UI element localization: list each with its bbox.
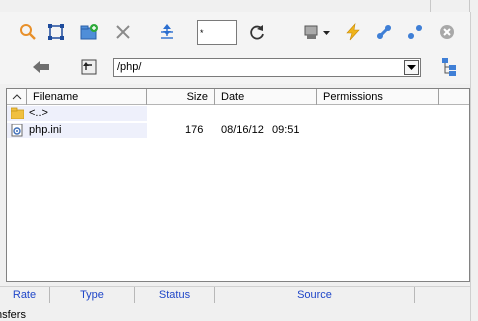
top-strip [0,0,478,12]
close-circle-icon [440,25,454,39]
row-highlight [7,123,147,138]
lightning-icon [346,23,360,41]
file-row[interactable]: php.ini 176 08/16/12 09:51 [7,123,469,138]
back-button[interactable] [30,56,52,78]
column-size[interactable]: Size [147,89,215,105]
filter-field[interactable] [197,20,237,45]
refresh-button[interactable] [246,21,268,43]
file-date: 08/16/12 [221,124,264,136]
path-dropdown-button[interactable] [404,60,419,75]
select-frame-icon [48,24,64,40]
tree-icon [442,58,456,76]
file-size: 176 [185,124,204,136]
file-row[interactable]: <..> [7,106,469,121]
select-all-button[interactable] [45,21,67,43]
column-date[interactable]: Date [215,89,317,105]
column-filename[interactable]: Filename [27,89,147,105]
top-separator [469,0,470,12]
disconnect-button[interactable] [404,21,426,43]
back-arrow-icon [33,61,49,73]
transfers-label: nsfers [0,309,26,321]
queue-header: Rate Type Status Source [0,286,470,303]
config-file-icon [11,123,24,142]
tree-view-button[interactable] [438,56,460,78]
expand-button[interactable] [156,21,178,43]
row-highlight [7,106,147,121]
path-value: /php/ [117,61,142,73]
plug-disconnect-icon [407,24,423,40]
device-dropdown-button[interactable] [303,21,333,43]
close-x-icon [116,25,130,39]
folder-icon [10,107,25,124]
top-separator [430,0,431,12]
sort-column-cell[interactable] [7,89,27,105]
magnifier-icon [20,24,36,40]
stop-button[interactable] [436,21,458,43]
file-time: 09:51 [272,124,300,136]
file-list[interactable]: Filename Size Date Permissions <..> php.… [6,88,470,282]
expand-arrows-icon [161,24,173,39]
folder-up-icon [81,59,97,75]
column-permissions[interactable]: Permissions [317,89,439,105]
plug-connect-icon [376,24,392,40]
chevron-down-icon [407,64,416,70]
file-list-header: Filename Size Date Permissions [7,89,469,105]
filter-input[interactable] [198,21,236,44]
connect-button[interactable] [373,21,395,43]
parent-directory-button[interactable] [78,56,100,78]
new-folder-button[interactable] [78,21,100,43]
file-name: <..> [29,107,48,119]
new-folder-icon [80,24,98,40]
queue-column-status[interactable]: Status [135,287,215,303]
queue-column-source[interactable]: Source [215,287,415,303]
queue-column-type[interactable]: Type [50,287,135,303]
sort-up-icon [12,94,22,100]
refresh-icon [250,25,264,40]
device-icon [304,25,330,39]
path-combobox[interactable]: /php/ [113,58,421,77]
queue-column-rate[interactable]: Rate [0,287,50,303]
delete-button[interactable] [112,21,134,43]
find-button[interactable] [17,21,39,43]
quick-connect-button[interactable] [342,21,364,43]
right-edge-panel [470,12,478,321]
file-name: php.ini [29,124,62,136]
